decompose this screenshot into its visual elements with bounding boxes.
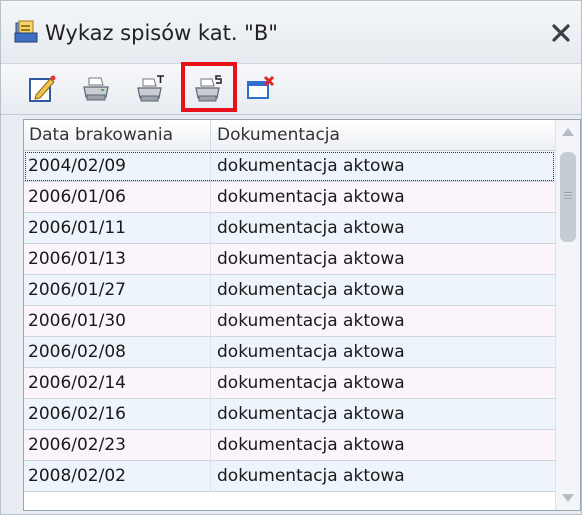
table-row[interactable]: 2006/02/14 dokumentacja aktowa <box>24 368 555 399</box>
cell-documentation: dokumentacja aktowa <box>210 368 405 399</box>
cell-documentation: dokumentacja aktowa <box>210 182 405 213</box>
scroll-up-arrow-icon[interactable] <box>562 128 574 136</box>
cell-date: 2006/01/30 <box>28 311 126 331</box>
cell-date: 2006/01/27 <box>28 280 126 300</box>
table-row[interactable]: 2006/01/27 dokumentacja aktowa <box>24 275 555 306</box>
scroll-down-arrow-icon[interactable] <box>562 494 574 502</box>
dialog-window: Wykaz spisów kat. "B" Data brakowania Do… <box>0 0 582 515</box>
table-row[interactable]: 2006/02/23 dokumentacja aktowa <box>24 430 555 461</box>
cell-date: 2008/02/02 <box>28 466 126 486</box>
cell-date: 2006/01/06 <box>28 187 126 207</box>
grid-rows: 2004/02/09 dokumentacja aktowa 2006/01/06 d… <box>24 151 555 492</box>
scrollbar-thumb[interactable] <box>560 152 576 242</box>
cell-date: 2006/02/08 <box>28 342 126 362</box>
table-row[interactable]: 2004/02/09 dokumentacja aktowa <box>24 151 555 182</box>
document-list-icon <box>13 19 39 45</box>
cell-documentation: dokumentacja aktowa <box>210 275 405 306</box>
cell-date: 2006/02/14 <box>28 373 126 393</box>
title-bar: Wykaz spisów kat. "B" <box>1 1 581 63</box>
printer-icon[interactable] <box>77 70 115 108</box>
table-row[interactable]: 2008/02/02 dokumentacja aktowa <box>24 461 555 492</box>
cell-date: 2006/02/16 <box>28 404 126 424</box>
cell-documentation: dokumentacja aktowa <box>210 337 405 368</box>
grid-header: Data brakowania Dokumentacja <box>24 120 555 151</box>
close-window-icon[interactable] <box>241 70 279 108</box>
table-row[interactable]: 2006/02/08 dokumentacja aktowa <box>24 337 555 368</box>
cell-documentation: dokumentacja aktowa <box>210 461 405 492</box>
cell-documentation: dokumentacja aktowa <box>210 399 405 430</box>
window-title: Wykaz spisów kat. "B" <box>45 21 278 45</box>
close-icon[interactable] <box>549 21 573 45</box>
cell-documentation: dokumentacja aktowa <box>210 151 405 182</box>
table-row[interactable]: 2006/01/30 dokumentacja aktowa <box>24 306 555 337</box>
table-row[interactable]: 2006/01/06 dokumentacja aktowa <box>24 182 555 213</box>
column-header-documentation[interactable]: Dokumentacja <box>210 120 340 150</box>
cell-documentation: dokumentacja aktowa <box>210 213 405 244</box>
cell-documentation: dokumentacja aktowa <box>210 244 405 275</box>
cell-documentation: dokumentacja aktowa <box>210 430 405 461</box>
cell-documentation: dokumentacja aktowa <box>210 306 405 337</box>
vertical-scrollbar[interactable] <box>555 120 580 510</box>
print-t-icon[interactable] <box>131 70 169 108</box>
cell-date: 2006/01/11 <box>28 218 126 238</box>
table-row[interactable]: 2006/02/16 dokumentacja aktowa <box>24 399 555 430</box>
toolbar <box>1 63 581 115</box>
column-header-date[interactable]: Data brakowania <box>29 120 173 150</box>
table-row[interactable]: 2006/01/11 dokumentacja aktowa <box>24 213 555 244</box>
cell-date: 2004/02/09 <box>28 156 126 176</box>
edit-icon[interactable] <box>23 70 61 108</box>
table-row[interactable]: 2006/01/13 dokumentacja aktowa <box>24 244 555 275</box>
cell-date: 2006/02/23 <box>28 435 126 455</box>
records-grid: Data brakowania Dokumentacja 2004/02/09 d… <box>23 119 581 511</box>
highlighted-button-frame <box>181 62 237 112</box>
cell-date: 2006/01/13 <box>28 249 126 269</box>
